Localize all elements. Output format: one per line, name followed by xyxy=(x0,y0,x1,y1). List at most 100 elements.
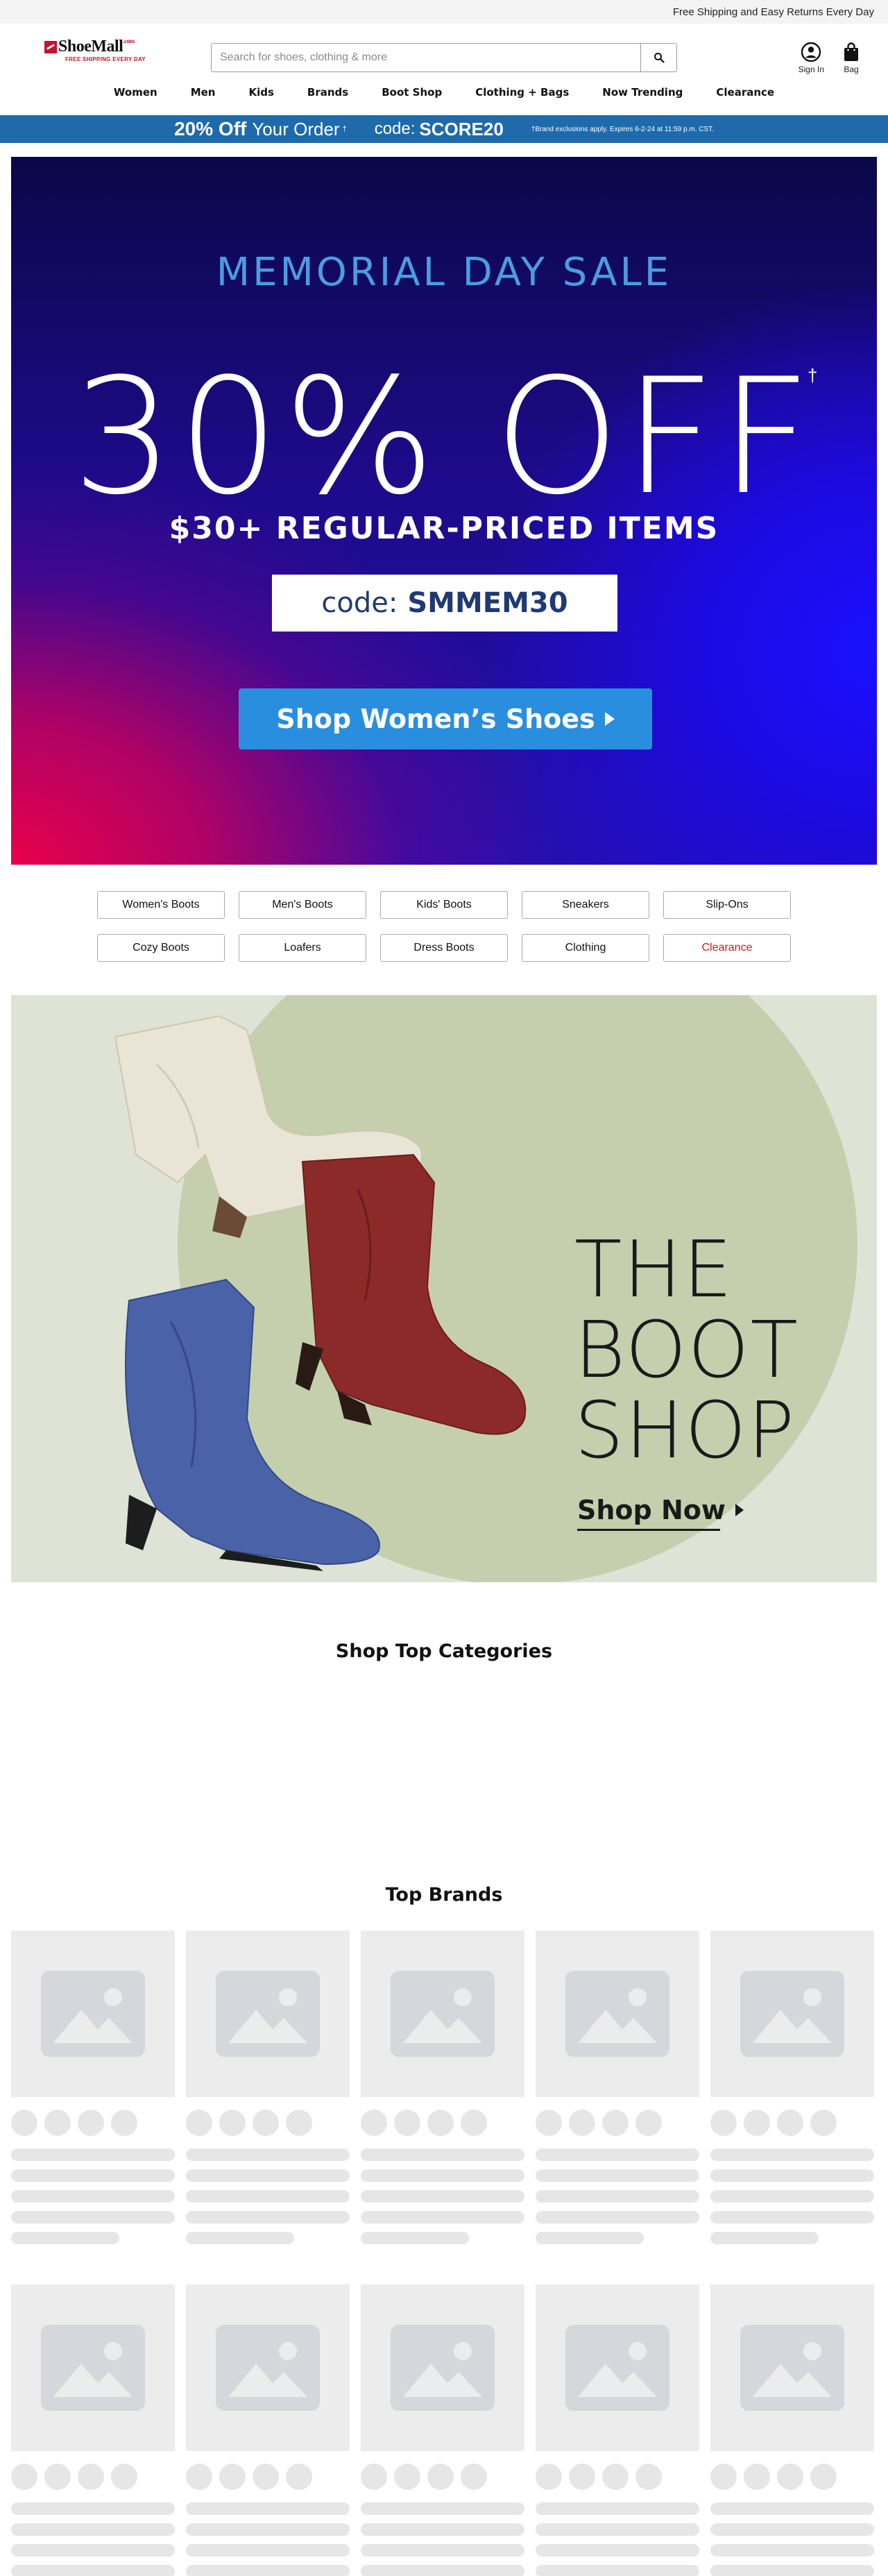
search-icon xyxy=(654,53,665,63)
bag-label: Bag xyxy=(844,65,859,74)
logo-mark-icon xyxy=(44,40,57,53)
swatch-placeholder xyxy=(810,2464,837,2490)
nav-item-brands[interactable]: Brands xyxy=(291,86,365,99)
swatch-placeholder xyxy=(710,2110,737,2136)
text-line-placeholder xyxy=(536,2149,699,2161)
category-button[interactable]: Loafers xyxy=(239,934,366,962)
text-line-placeholder xyxy=(710,2211,874,2223)
brand-card-skeleton xyxy=(710,1931,874,2244)
nav-item-clothing-bags[interactable]: Clothing + Bags xyxy=(459,86,586,99)
text-line-placeholder xyxy=(186,2190,350,2203)
text-line-placeholder xyxy=(11,2190,175,2203)
brand-card-skeleton xyxy=(361,2285,524,2576)
swatch-placeholder xyxy=(286,2464,312,2490)
image-placeholder xyxy=(710,1931,874,2097)
text-line-placeholder xyxy=(186,2169,350,2182)
swatch-placeholder xyxy=(78,2464,104,2490)
category-button[interactable]: Men's Boots xyxy=(239,891,366,919)
brand-card-skeleton xyxy=(186,2285,350,2576)
swatch-placeholder xyxy=(11,2464,37,2490)
hero-cta-label: Shop Women’s Shoes xyxy=(276,704,595,734)
text-line-placeholder xyxy=(361,2523,524,2536)
shopping-bag-icon xyxy=(844,42,858,61)
image-placeholder xyxy=(710,2285,874,2451)
sign-in-button[interactable]: Sign In xyxy=(799,42,824,74)
swatch-placeholder xyxy=(286,2110,312,2136)
category-button[interactable]: Dress Boots xyxy=(380,934,508,962)
image-placeholder-icon xyxy=(391,2325,495,2411)
swatch-placeholder xyxy=(44,2110,71,2136)
swatch-placeholder xyxy=(461,2464,487,2490)
search-button[interactable] xyxy=(640,44,676,71)
search-input[interactable] xyxy=(212,44,640,71)
swatch-placeholders xyxy=(186,2464,350,2490)
text-line-placeholder xyxy=(186,2565,350,2576)
text-line-placeholder xyxy=(186,2523,350,2536)
swatch-placeholder xyxy=(78,2110,104,2136)
category-button[interactable]: Kids' Boots xyxy=(380,891,508,919)
category-button-clearance[interactable]: Clearance xyxy=(663,934,791,962)
image-placeholder-icon xyxy=(41,2325,145,2411)
promo-dagger: † xyxy=(342,125,347,133)
nav-item-now-trending[interactable]: Now Trending xyxy=(586,86,699,99)
shoemall-logo[interactable]: ShoeMall.com FREE SHIPPING EVERY DAY xyxy=(44,37,211,62)
hero-code: SMMEM30 xyxy=(407,587,568,619)
nav-item-kids[interactable]: Kids xyxy=(232,86,290,99)
text-line-placeholder xyxy=(11,2169,175,2182)
swatch-placeholder xyxy=(361,2110,387,2136)
category-button[interactable]: Cozy Boots xyxy=(97,934,225,962)
memorial-day-hero-banner[interactable]: MEMORIAL DAY SALE 30% OFF † $30+ REGULAR… xyxy=(11,157,877,865)
category-button[interactable]: Women's Boots xyxy=(97,891,225,919)
swatch-placeholder xyxy=(536,2110,562,2136)
main-navigation: Women Men Kids Brands Boot Shop Clothing… xyxy=(0,76,888,108)
category-button[interactable]: Sneakers xyxy=(522,891,649,919)
swatch-placeholder xyxy=(253,2110,279,2136)
swatch-placeholder xyxy=(635,2110,662,2136)
top-categories-placeholder xyxy=(0,1662,888,1856)
swatch-placeholder xyxy=(744,2464,770,2490)
text-line-placeholder xyxy=(361,2211,524,2223)
text-line-placeholder xyxy=(536,2211,699,2223)
text-line-placeholder xyxy=(536,2544,699,2557)
shop-now-link[interactable]: Shop Now xyxy=(577,1495,744,1531)
nav-item-women[interactable]: Women xyxy=(97,86,174,99)
swatch-placeholder xyxy=(602,2464,629,2490)
promo-discount: 20% Off xyxy=(174,118,247,139)
text-line-placeholder xyxy=(710,2149,874,2161)
swatch-placeholder xyxy=(253,2464,279,2490)
nav-item-boot-shop[interactable]: Boot Shop xyxy=(365,86,459,99)
text-line-placeholder xyxy=(710,2169,874,2182)
promo-code-label: code: xyxy=(374,119,416,138)
nav-item-men[interactable]: Men xyxy=(174,86,232,99)
text-line-placeholder xyxy=(361,2169,524,2182)
swatch-placeholder xyxy=(710,2464,737,2490)
text-line-placeholder xyxy=(11,2544,175,2557)
shop-top-categories-heading: Shop Top Categories xyxy=(335,1641,553,1662)
nav-item-clearance[interactable]: Clearance xyxy=(699,86,791,99)
header-actions: Sign In Bag xyxy=(799,42,860,74)
image-placeholder xyxy=(186,1931,350,2097)
promo-banner[interactable]: 20% Off Your Order † code: SCORE20 †Bran… xyxy=(0,115,888,143)
promo-order-text: Your Order xyxy=(252,118,340,139)
category-button[interactable]: Slip-Ons xyxy=(663,891,791,919)
text-line-placeholder xyxy=(186,2544,350,2557)
swatch-placeholder xyxy=(569,2464,595,2490)
text-line-placeholder xyxy=(11,2232,119,2244)
image-placeholder xyxy=(536,1931,699,2097)
text-line-placeholder xyxy=(710,2232,819,2244)
shop-womens-shoes-button[interactable]: Shop Women’s Shoes xyxy=(239,688,652,749)
top-announcement-strip: Free Shipping and Easy Returns Every Day xyxy=(0,0,888,24)
brand-card-skeleton xyxy=(536,2285,699,2576)
text-line-placeholder xyxy=(536,2502,699,2515)
boot-shop-banner[interactable]: THE BOOT SHOP Shop Now xyxy=(11,995,877,1582)
hero-promo-code-box: code: SMMEM30 xyxy=(272,575,617,632)
brand-card-skeleton xyxy=(536,1931,699,2244)
image-placeholder-icon xyxy=(216,2325,320,2411)
category-button[interactable]: Clothing xyxy=(522,934,649,962)
text-line-placeholder xyxy=(536,2232,644,2244)
bag-button[interactable]: Bag xyxy=(842,42,860,74)
swatch-placeholder xyxy=(635,2464,662,2490)
brand-card-skeleton xyxy=(361,1931,524,2244)
swatch-placeholder xyxy=(536,2464,562,2490)
image-placeholder-icon xyxy=(740,1971,844,2057)
